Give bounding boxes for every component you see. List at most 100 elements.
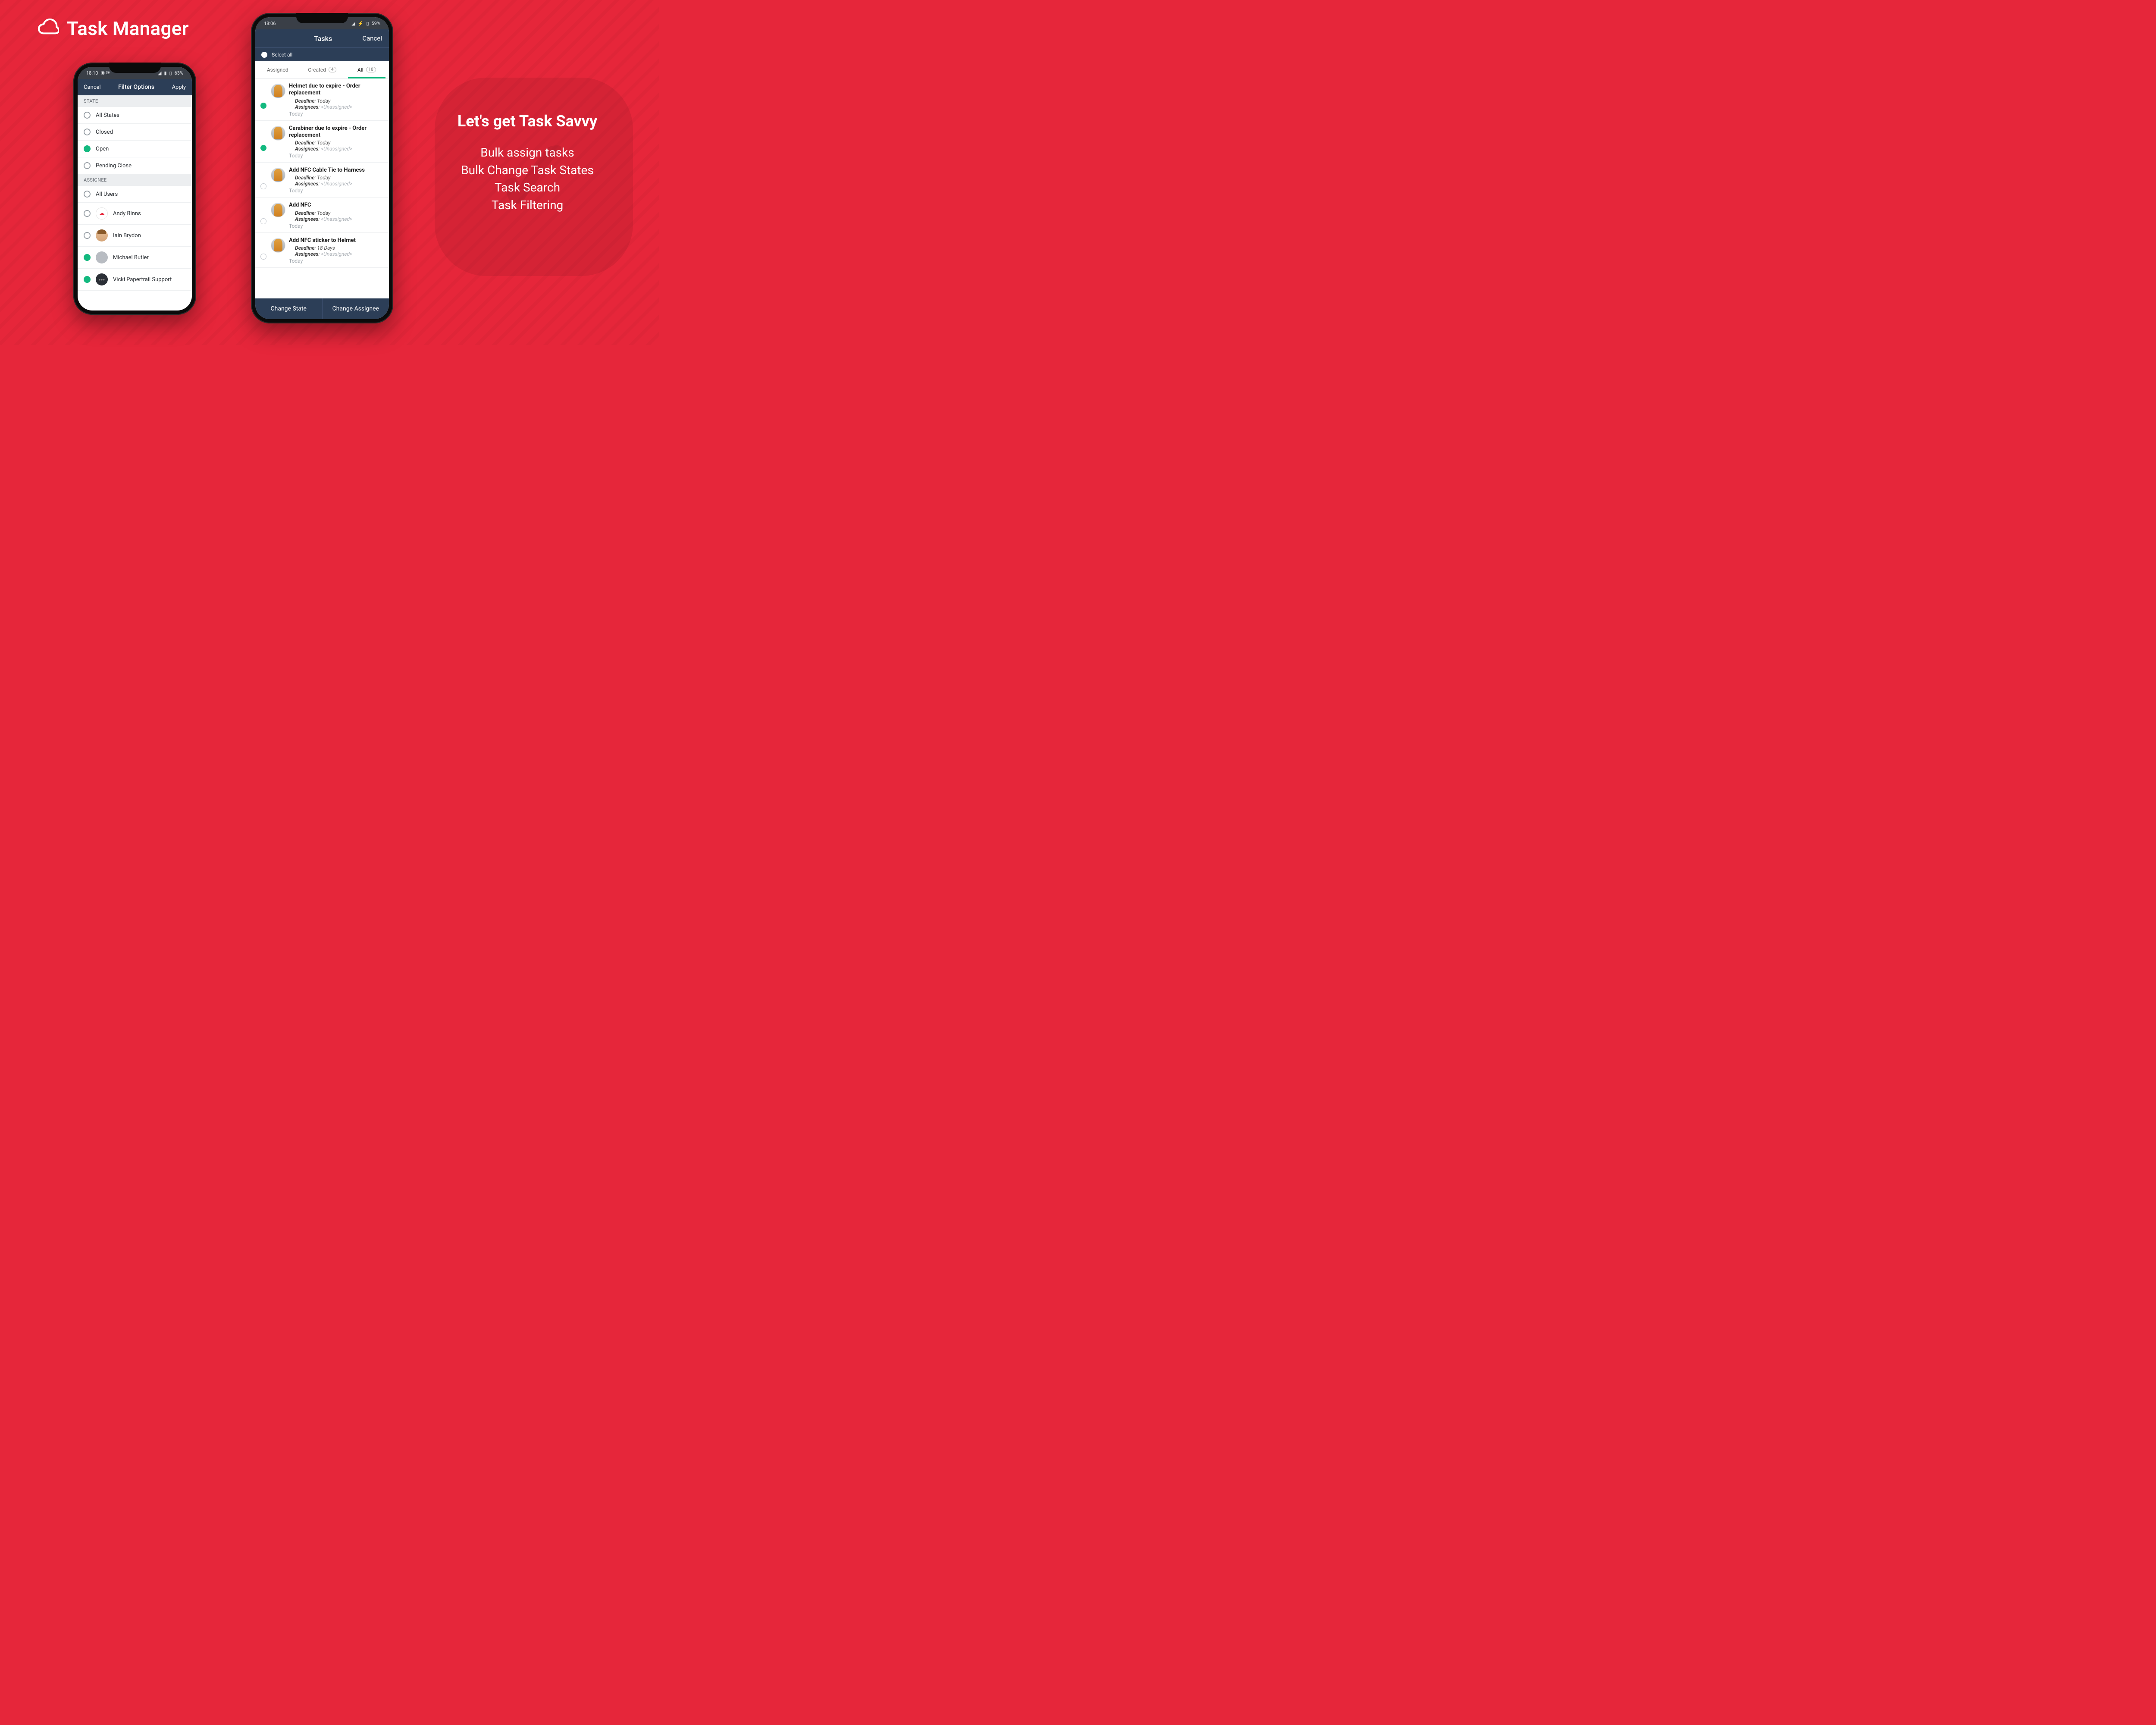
task-title: Helmet due to expire - Order replacement	[289, 83, 384, 97]
option-label: Michael Butler	[113, 254, 149, 261]
task-deadline: 18 Days	[317, 245, 335, 251]
task-select-icon[interactable]	[260, 183, 266, 189]
task-avatar-icon	[271, 238, 285, 253]
task-select-icon[interactable]	[260, 218, 266, 224]
change-assignee-button[interactable]: Change Assignee	[323, 298, 389, 319]
status-battery: 59%	[372, 21, 380, 26]
radio-icon	[84, 112, 91, 119]
status-time: 18:10	[86, 70, 98, 76]
assignees-label: Assignees	[295, 181, 318, 187]
section-assignee-label: ASSIGNEE	[78, 174, 192, 186]
task-date: Today	[289, 111, 384, 117]
option-label: Vicki Papertrail Support	[113, 276, 172, 283]
marketing-headline: Let's get Task Savvy	[426, 112, 629, 130]
status-battery: 63%	[175, 70, 183, 76]
assignees-label: Assignees	[295, 251, 318, 257]
task-select-icon[interactable]	[260, 254, 266, 260]
change-state-button[interactable]: Change State	[255, 298, 323, 319]
task-date: Today	[289, 223, 384, 229]
assignee-option[interactable]: Michael Butler	[78, 247, 192, 269]
section-state-label: STATE	[78, 95, 192, 107]
select-all-row[interactable]: Select all	[255, 47, 389, 61]
phone-tasks: 18:06 ◢ ⚡ ▯ 59% Tasks Cancel Select all …	[251, 13, 393, 323]
task-row[interactable]: Add NFC sticker to Helmet Deadline: 18 D…	[255, 233, 389, 268]
avatar-icon: ☁	[96, 207, 108, 220]
task-deadline: Today	[317, 210, 330, 216]
battery-icon: ▯	[169, 70, 172, 76]
radio-icon	[84, 129, 91, 135]
apply-button[interactable]: Apply	[172, 84, 186, 91]
battery-icon: ▯	[367, 21, 369, 26]
task-avatar-icon	[271, 203, 285, 217]
select-all-radio-icon	[261, 52, 267, 58]
assignee-option-all[interactable]: All Users	[78, 186, 192, 203]
task-assignees: <Unassigned>	[321, 146, 352, 152]
task-deadline: Today	[317, 140, 330, 146]
select-all-label: Select all	[272, 52, 292, 58]
status-time: 18:06	[264, 21, 276, 26]
task-select-icon[interactable]	[260, 103, 266, 109]
wifi-icon: ◢	[351, 21, 355, 26]
task-row[interactable]: Carabiner due to expire - Order replacem…	[255, 121, 389, 163]
hero-header: Task Manager	[37, 17, 189, 40]
option-label: Iain Brydon	[113, 232, 141, 239]
task-assignees: <Unassigned>	[321, 251, 352, 257]
task-assignees: <Unassigned>	[321, 216, 352, 222]
option-label: Pending Close	[96, 163, 132, 169]
task-tabs: Assigned Created 4 All 10	[255, 61, 389, 78]
radio-icon	[84, 232, 91, 239]
tab-created[interactable]: Created 4	[300, 61, 344, 78]
marketing-line: Task Search	[495, 180, 560, 194]
tab-label: Created	[308, 67, 326, 73]
phone-filter-options: 18:10 ◉ ⦾ ◢ ▮ ▯ 63% Cancel Filter Option…	[73, 63, 196, 315]
task-list[interactable]: Helmet due to expire - Order replacement…	[255, 78, 389, 298]
status-icon: ◉ ⦾	[100, 70, 110, 76]
cancel-button[interactable]: Cancel	[362, 34, 382, 42]
tasks-header: Tasks Cancel	[255, 29, 389, 47]
option-label: Andy Binns	[113, 210, 141, 217]
assignees-label: Assignees	[295, 216, 318, 222]
task-row[interactable]: Helmet due to expire - Order replacement…	[255, 78, 389, 121]
assignee-option[interactable]: ●●● Vicki Papertrail Support	[78, 269, 192, 291]
radio-icon	[84, 145, 91, 152]
filter-title: Filter Options	[118, 84, 154, 91]
task-assignees: <Unassigned>	[321, 181, 352, 187]
task-title: Carabiner due to expire - Order replacem…	[289, 125, 384, 139]
tab-assigned[interactable]: Assigned	[255, 61, 300, 78]
state-option-all[interactable]: All States	[78, 107, 192, 124]
phone-notch	[296, 13, 348, 23]
assignee-option[interactable]: ☁ Andy Binns	[78, 203, 192, 225]
avatar-icon	[96, 229, 108, 242]
radio-icon	[84, 162, 91, 169]
tab-badge: 4	[329, 67, 336, 72]
state-option-open[interactable]: Open	[78, 141, 192, 157]
state-option-closed[interactable]: Closed	[78, 124, 192, 141]
task-date: Today	[289, 258, 384, 264]
deadline-label: Deadline	[295, 140, 314, 146]
state-option-pending[interactable]: Pending Close	[78, 157, 192, 174]
task-deadline: Today	[317, 175, 330, 181]
radio-icon	[84, 276, 91, 283]
filter-header: Cancel Filter Options Apply	[78, 79, 192, 95]
task-date: Today	[289, 188, 384, 194]
option-label: Closed	[96, 129, 113, 135]
radio-icon	[84, 254, 91, 261]
task-title: Add NFC Cable Tie to Harness	[289, 167, 384, 174]
tasks-title: Tasks	[284, 34, 362, 43]
marketing-line: Task Filtering	[492, 198, 564, 212]
tab-label: All	[357, 67, 364, 73]
task-row[interactable]: Add NFC Deadline: Today Assignees: <Unas…	[255, 198, 389, 232]
tab-all[interactable]: All 10	[345, 61, 389, 78]
option-label: Open	[96, 146, 109, 152]
radio-icon	[84, 191, 91, 198]
task-avatar-icon	[271, 168, 285, 182]
hero-title: Task Manager	[67, 17, 189, 40]
assignees-label: Assignees	[295, 146, 318, 152]
task-row[interactable]: Add NFC Cable Tie to Harness Deadline: T…	[255, 163, 389, 198]
task-select-icon[interactable]	[260, 145, 266, 151]
cancel-button[interactable]: Cancel	[84, 84, 101, 91]
task-avatar-icon	[271, 84, 285, 98]
assignee-option[interactable]: Iain Brydon	[78, 225, 192, 247]
signal-icon: ⚡	[358, 21, 364, 26]
tab-label: Assigned	[267, 67, 288, 73]
